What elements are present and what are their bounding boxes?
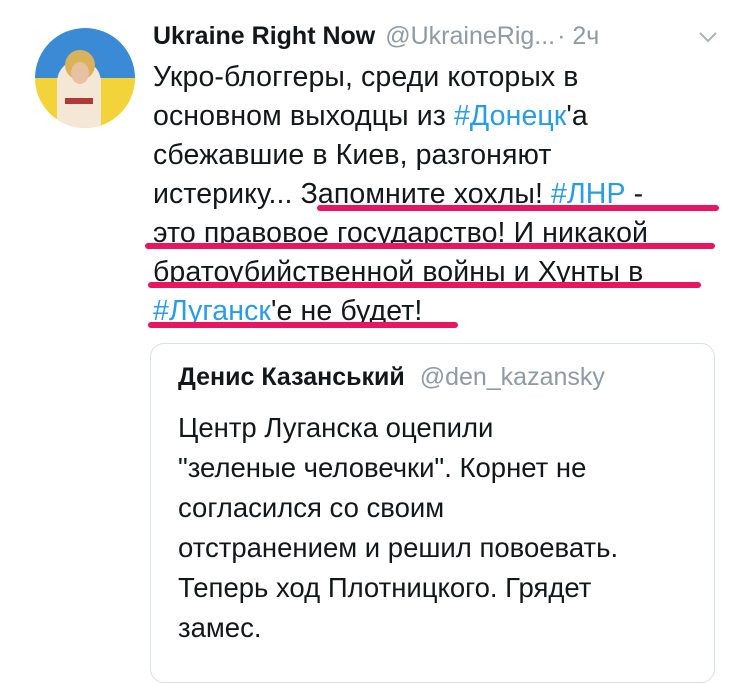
user-handle[interactable]: @UkraineRig... [385,22,555,51]
hashtag-link[interactable]: #Донецк [454,100,566,132]
quoted-text-line: Теперь ход Плотницкого. Грядет [178,572,592,603]
tweet-text-segment: Укро-блоггеры, среди которых в [153,61,579,93]
quoted-tweet-card[interactable]: Денис Казанський @den_kazansky Центр Луг… [150,343,715,683]
quoted-text-line: замес. [178,612,262,643]
tweet-header: Ukraine Right Now @UkraineRig... · 2ч [153,18,723,54]
tweet-text-segment: основном выходцы из [153,100,454,132]
quoted-text-line: согласился со своим [178,492,445,523]
tweet-text-line: Укро-блоггеры, среди которых в [153,58,728,97]
tweet-text-segment: 'а [566,100,588,132]
tweet-text-segment: сбежавшие в Киев, разгоняют [153,139,552,171]
timestamp[interactable]: · 2ч [557,22,599,51]
quoted-text-line: отстранением и решил повоевать. [178,532,619,563]
avatar-embroidery [65,98,93,104]
annotation-underline [317,205,719,211]
tweet-text-line: сбежавшие в Киев, разгоняют [153,136,728,175]
chevron-down-icon[interactable] [697,26,719,48]
tweet-text-line: основном выходцы из #Донецк'а [153,97,728,136]
quoted-user-handle: @den_kazansky [419,363,605,391]
quoted-display-name: Денис Казанський [178,363,405,391]
quoted-text-line: Центр Луганска оцепили [178,412,494,443]
annotation-underline [148,322,458,328]
quoted-text-line: "зеленые человечки". Корнет не [178,452,587,483]
annotation-underline [145,243,715,249]
quoted-tweet-header: Денис Казанський @den_kazansky [178,363,605,392]
avatar-face [71,62,89,84]
annotation-underline [148,282,701,288]
tweet-text: Укро-блоггеры, среди которых в основном в… [153,58,728,331]
quoted-tweet-text: Центр Луганска оцепили "зеленые человечки… [178,408,698,648]
avatar[interactable] [35,28,135,128]
display-name[interactable]: Ukraine Right Now [153,22,375,51]
